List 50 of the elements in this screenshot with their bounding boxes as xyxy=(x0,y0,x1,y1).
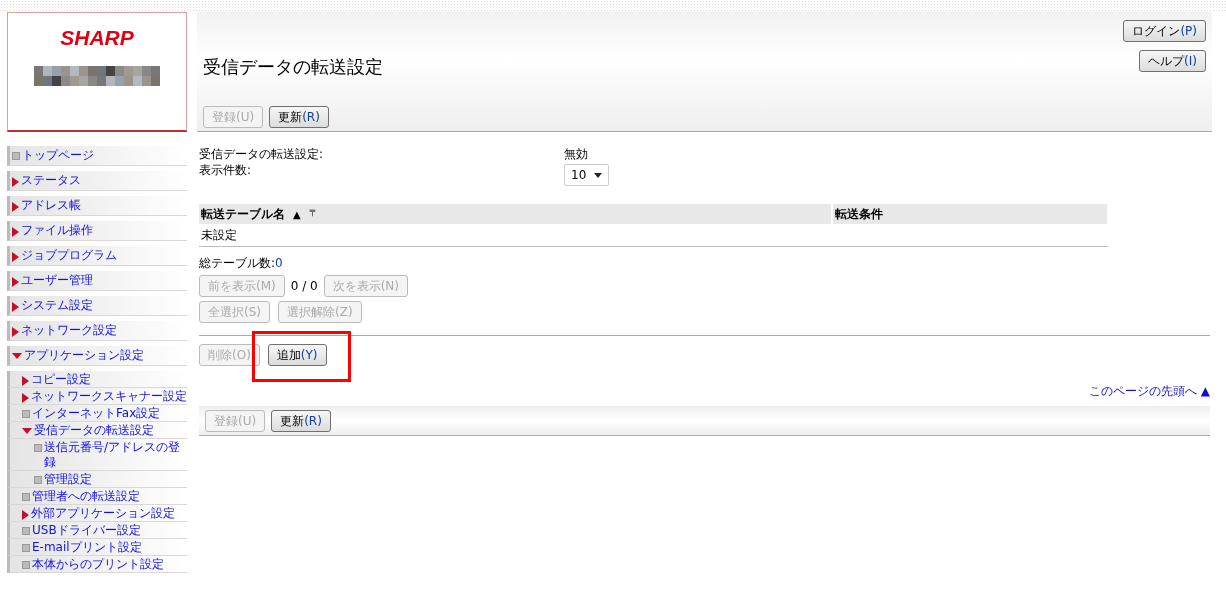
filter-icon[interactable]: 〒 xyxy=(308,207,318,221)
caret-icon xyxy=(594,172,603,178)
sidebar-item[interactable]: 送信元番号/アドレスの登録 xyxy=(7,439,187,471)
square-icon xyxy=(22,561,30,569)
brand-logo: SHARP xyxy=(60,27,134,48)
sidebar-item[interactable]: 本体からのプリント設定 xyxy=(7,556,187,573)
page-title: 受信データの転送設定 xyxy=(202,55,383,78)
blurred-text-icon xyxy=(34,66,160,86)
button[interactable]: ヘルプ(I) xyxy=(1139,50,1206,72)
total-count: 0 xyxy=(275,255,283,271)
button[interactable]: 追加(Y) xyxy=(267,344,327,366)
setting-label: 表示件数: xyxy=(199,162,253,179)
sidebar-item[interactable]: ネットワークスキャナー設定 xyxy=(7,388,187,405)
square-icon xyxy=(22,410,30,418)
sidebar-item[interactable]: アドレス帳 xyxy=(7,196,187,216)
square-icon xyxy=(22,527,30,535)
sidebar-item[interactable]: トップページ xyxy=(7,146,187,166)
sidebar-item[interactable]: インターネットFax設定 xyxy=(7,405,187,422)
count-select[interactable]: 10 xyxy=(564,164,610,186)
sidebar-item[interactable]: コピー設定 xyxy=(7,371,187,388)
column-header[interactable]: 転送テーブル名 xyxy=(201,205,285,223)
setting-value: 無効 xyxy=(564,146,588,162)
sidebar-item[interactable]: アプリケーション設定 xyxy=(7,346,187,366)
sort-icon[interactable]: ▲ xyxy=(293,206,301,222)
button[interactable]: 更新(R) xyxy=(271,409,331,432)
sidebar-item[interactable]: システム設定 xyxy=(7,296,187,316)
sidebar-item[interactable]: USBドライバー設定 xyxy=(7,522,187,539)
square-icon xyxy=(22,544,30,552)
sidebar-item[interactable]: 外部アプリケーション設定 xyxy=(7,505,187,522)
sidebar-item[interactable]: 受信データの転送設定 xyxy=(7,422,187,439)
table-cell: 未設定 xyxy=(201,228,237,242)
sidebar-item[interactable]: E-mailプリント設定 xyxy=(7,539,187,556)
sidebar-item[interactable]: ステータス xyxy=(7,171,187,191)
column-header[interactable]: 転送条件 xyxy=(835,205,883,223)
total-label: 総テーブル数: xyxy=(199,255,276,271)
sidebar-item[interactable]: 管理設定 xyxy=(7,471,187,488)
button[interactable]: 更新(R) xyxy=(269,106,329,128)
sidebar-item[interactable]: ネットワーク設定 xyxy=(7,321,187,341)
sidebar-item[interactable]: ユーザー管理 xyxy=(7,271,187,291)
button[interactable]: ログイン(P) xyxy=(1123,20,1206,42)
setting-label: 受信データの転送設定: xyxy=(199,146,325,162)
sidebar-item[interactable]: 管理者への転送設定 xyxy=(7,488,187,505)
page-counter: 0 / 0 xyxy=(290,278,318,295)
square-icon xyxy=(22,493,30,501)
sidebar-item[interactable]: ジョブプログラム xyxy=(7,246,187,266)
square-icon xyxy=(12,152,20,160)
square-icon xyxy=(34,444,42,452)
square-icon xyxy=(34,476,42,484)
page-top-link[interactable]: このページの先頭へ ▲ xyxy=(1088,382,1210,400)
sidebar-item[interactable]: ファイル操作 xyxy=(7,221,187,241)
